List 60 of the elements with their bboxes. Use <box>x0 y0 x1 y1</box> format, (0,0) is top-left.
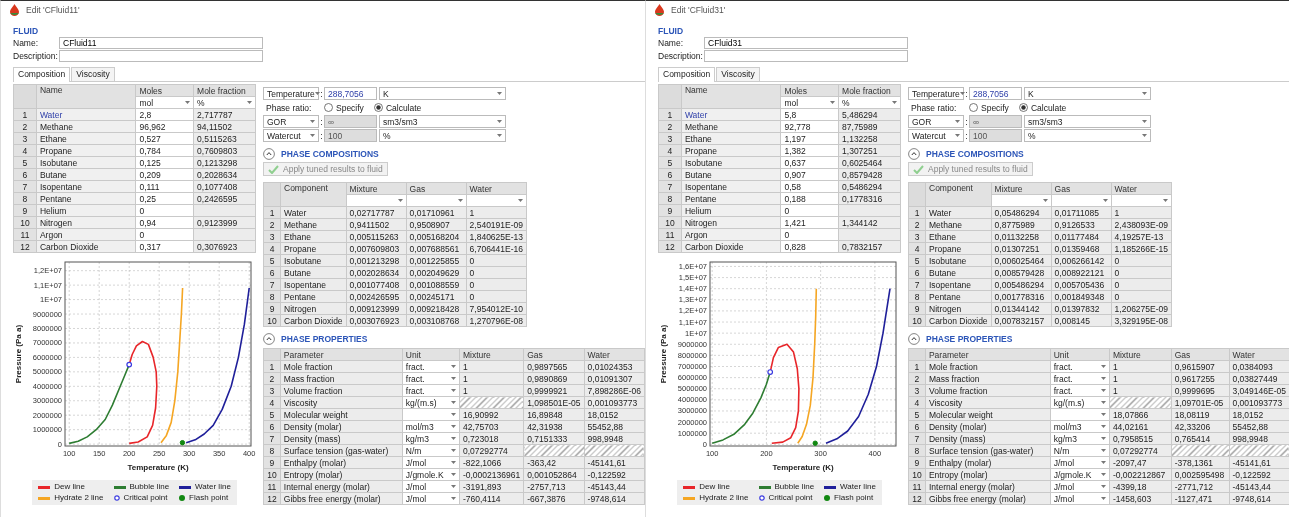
column-header: Gas <box>523 348 585 361</box>
legend-label: Water line <box>195 482 231 492</box>
field-label: Description: <box>13 51 59 61</box>
column-header: Unit <box>402 348 460 361</box>
section-heading: FLUID <box>658 26 685 37</box>
window-title: Edit 'CFluid31' <box>671 5 726 15</box>
legend-label: Flash point <box>189 493 229 503</box>
column-header: Mixture <box>346 182 407 195</box>
column-header: Mole fraction <box>838 84 901 97</box>
section-heading: FLUID <box>13 26 40 37</box>
window-title: Edit 'CFluid11' <box>26 5 80 15</box>
separator-label: : <box>319 116 324 127</box>
separator-label: : <box>319 130 324 141</box>
column-header: Parameter <box>925 348 1051 361</box>
legend-label: Dew line <box>54 482 85 492</box>
column-header: Component <box>925 182 992 207</box>
field-label: Description: <box>658 51 704 61</box>
separator-label: : <box>964 116 969 127</box>
column-header: Water <box>1111 182 1172 195</box>
column-header: Water <box>466 182 527 195</box>
section-heading: PHASE COMPOSITIONS <box>926 148 1024 159</box>
column-header: Mole fraction <box>193 84 256 97</box>
legend-label: Critical point <box>123 493 168 503</box>
column-header: Component <box>280 182 347 207</box>
column-header: Moles <box>780 84 839 97</box>
field-label: Name: <box>658 38 685 48</box>
field-label: Phase ratio: <box>911 102 958 113</box>
separator-label: : <box>964 130 969 141</box>
legend-label: Hydrate 2 line <box>699 493 749 503</box>
section-heading: PHASE COMPOSITIONS <box>281 148 379 159</box>
legend-label: Dew line <box>699 482 730 492</box>
legend-label: Critical point <box>768 493 813 503</box>
field-label: Phase ratio: <box>266 102 313 113</box>
column-header: Name <box>36 84 136 109</box>
column-header: Moles <box>135 84 194 97</box>
column-header: Gas <box>406 182 467 195</box>
legend-label: Bubble line <box>774 482 815 492</box>
column-header: Water <box>1229 348 1289 361</box>
column-header: Gas <box>1171 348 1230 361</box>
column-header: Water <box>584 348 645 361</box>
legend-label: Bubble line <box>129 482 170 492</box>
column-header: Name <box>681 84 781 109</box>
legend-label: Water line <box>840 482 876 492</box>
column-header: Mixture <box>1109 348 1172 361</box>
column-header: Mixture <box>459 348 524 361</box>
field-label: Name: <box>13 38 40 48</box>
axis-title: Temperature (K) <box>127 463 189 472</box>
separator-label: : <box>319 88 324 99</box>
column-header: Parameter <box>280 348 403 361</box>
column-header: Unit <box>1050 348 1110 361</box>
column-header: Gas <box>1051 182 1112 195</box>
section-heading: PHASE PROPERTIES <box>926 333 1013 344</box>
axis-title: Temperature (K) <box>772 463 834 472</box>
legend-label: Flash point <box>834 493 874 503</box>
axis-title: Pressure (Pa a) <box>659 324 668 384</box>
column-header: Mixture <box>991 182 1052 195</box>
section-heading: PHASE PROPERTIES <box>281 333 368 344</box>
legend-label: Hydrate 2 line <box>54 493 104 503</box>
separator-label: : <box>964 88 969 99</box>
axis-title: Pressure (Pa a) <box>14 324 23 384</box>
